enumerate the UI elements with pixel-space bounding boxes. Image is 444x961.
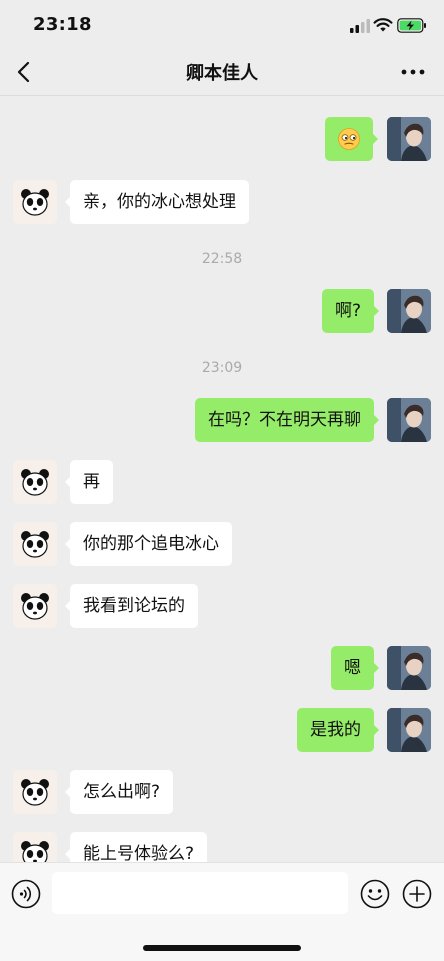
message-bubble[interactable]: 在吗？不在明天再聊 — [195, 398, 379, 442]
home-indicator[interactable] — [143, 945, 301, 951]
message-input[interactable] — [52, 872, 348, 914]
message-bubble[interactable]: 你的那个追电冰心 — [65, 522, 232, 566]
user-photo-avatar[interactable] — [387, 117, 431, 161]
chat-header: 卿本佳人 — [0, 50, 444, 96]
message-bubble[interactable]: 嗯 — [331, 646, 379, 690]
message-bubble[interactable]: 是我的 — [297, 708, 379, 752]
message-bubble[interactable]: 啊? — [321, 289, 380, 333]
user-photo-avatar[interactable] — [387, 398, 431, 442]
emoji-icon[interactable] — [360, 879, 390, 909]
cellular-signal-icon — [350, 19, 370, 33]
message-bubble[interactable]: 我看到论坛的 — [65, 584, 198, 628]
panda-avatar-icon[interactable] — [13, 180, 57, 224]
panda-avatar-icon[interactable] — [13, 584, 57, 628]
message-bubble[interactable] — [325, 117, 378, 161]
voice-icon[interactable] — [11, 879, 41, 909]
message-timestamp: 22:58 — [201, 251, 243, 267]
plus-icon[interactable] — [402, 879, 432, 909]
user-photo-avatar[interactable] — [387, 646, 431, 690]
message-bubble[interactable]: 亲，你的冰心想处理 — [65, 180, 249, 224]
wifi-icon — [373, 18, 393, 32]
message-bubble[interactable]: 怎么出啊? — [64, 770, 174, 814]
panda-avatar-icon[interactable] — [13, 522, 57, 566]
status-time: 23:18 — [33, 14, 92, 35]
message-bubble[interactable]: 再 — [65, 460, 113, 504]
panda-avatar-icon[interactable] — [13, 770, 57, 814]
emoji-sticker-icon — [338, 128, 360, 150]
user-photo-avatar[interactable] — [387, 708, 431, 752]
input-bar — [0, 862, 444, 961]
message-timestamp: 23:09 — [201, 360, 243, 376]
panda-avatar-icon[interactable] — [13, 460, 57, 504]
chat-title: 卿本佳人 — [186, 63, 258, 84]
more-icon[interactable] — [400, 62, 426, 82]
user-photo-avatar[interactable] — [387, 289, 431, 333]
battery-charging-icon — [397, 18, 426, 33]
status-bar: 23:18 — [0, 0, 444, 50]
